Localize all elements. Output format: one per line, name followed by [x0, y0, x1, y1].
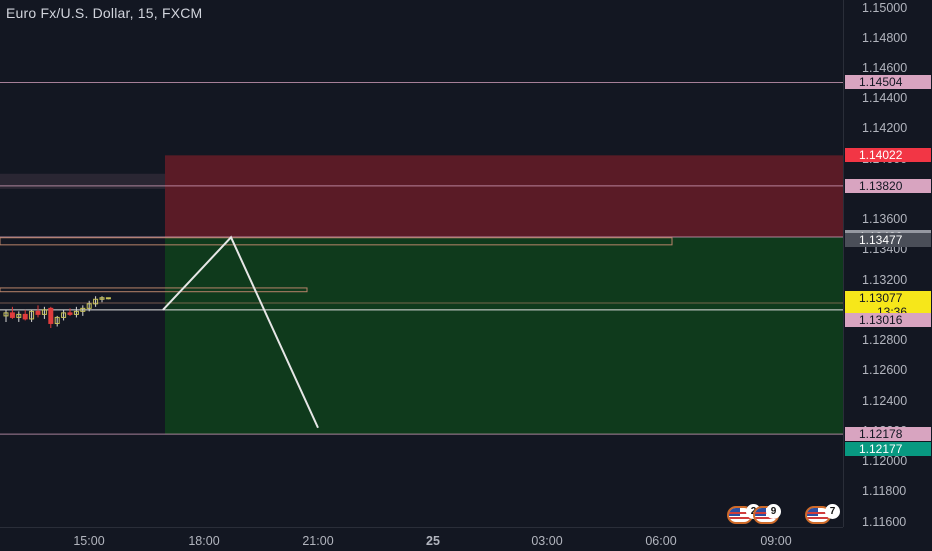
time-tick-label: 03:00: [531, 534, 563, 548]
time-tick-label: 18:00: [188, 534, 220, 548]
candle-body: [105, 297, 111, 300]
price-tick-label: 1.14400: [862, 91, 908, 106]
price-label: 1.14504: [845, 75, 931, 90]
candle-body: [22, 313, 28, 320]
event-count-badge: 9: [766, 504, 781, 519]
price-label: 1.12178: [845, 427, 931, 442]
time-tick-label: 06:00: [645, 534, 677, 548]
chart-plot-area[interactable]: Euro Fx/U.S. Dollar, 15, FXCM: [0, 0, 843, 527]
time-tick-label: 21:00: [302, 534, 334, 548]
price-tick-label: 1.12600: [862, 363, 908, 378]
candle-body: [9, 312, 15, 318]
resistance-zone: [0, 173, 165, 189]
price-tick-label: 1.15000: [862, 0, 908, 15]
time-tick-label: 25: [426, 534, 440, 548]
price-tick-label: 1.14200: [862, 121, 908, 136]
time-axis[interactable]: 15:00 18:00 21:00 25 03:00 06:00 09:00: [0, 527, 843, 551]
price-label: 1.13016: [845, 313, 931, 328]
price-tick-label: 1.13200: [862, 272, 908, 287]
candle-body: [35, 310, 41, 315]
price-tick-label: 1.12400: [862, 393, 908, 408]
price-label: 1.13477: [845, 233, 931, 248]
price-tick-label: 1.11800: [862, 484, 907, 499]
price-label: 1.14022: [845, 148, 931, 163]
price-tick-label: 1.11600: [862, 514, 907, 529]
candle-body: [48, 307, 54, 324]
event-count-badge: 7: [825, 504, 840, 519]
candle-body: [67, 312, 73, 315]
price-tick-label: 1.12800: [862, 333, 908, 348]
price-label: 1.13077: [845, 291, 931, 306]
time-tick-label: 09:00: [760, 534, 792, 548]
chart-canvas[interactable]: [0, 0, 843, 527]
time-tick-label: 15:00: [73, 534, 105, 548]
price-tick-label: 1.12000: [862, 454, 908, 469]
price-tick-label: 1.14600: [862, 60, 908, 75]
symbol-title[interactable]: Euro Fx/U.S. Dollar, 15, FXCM: [6, 5, 202, 21]
price-tick-label: 1.14800: [862, 30, 908, 45]
price-label: 1.13820: [845, 178, 931, 193]
chart-window[interactable]: Euro Fx/U.S. Dollar, 15, FXCM 1.11600 1.1…: [0, 0, 932, 551]
price-label: 1.12177: [845, 441, 931, 456]
price-tick-label: 1.13600: [862, 212, 908, 227]
take-profit-zone: [165, 236, 843, 435]
price-axis[interactable]: 1.116001.118001.120001.122001.124001.126…: [843, 0, 932, 529]
